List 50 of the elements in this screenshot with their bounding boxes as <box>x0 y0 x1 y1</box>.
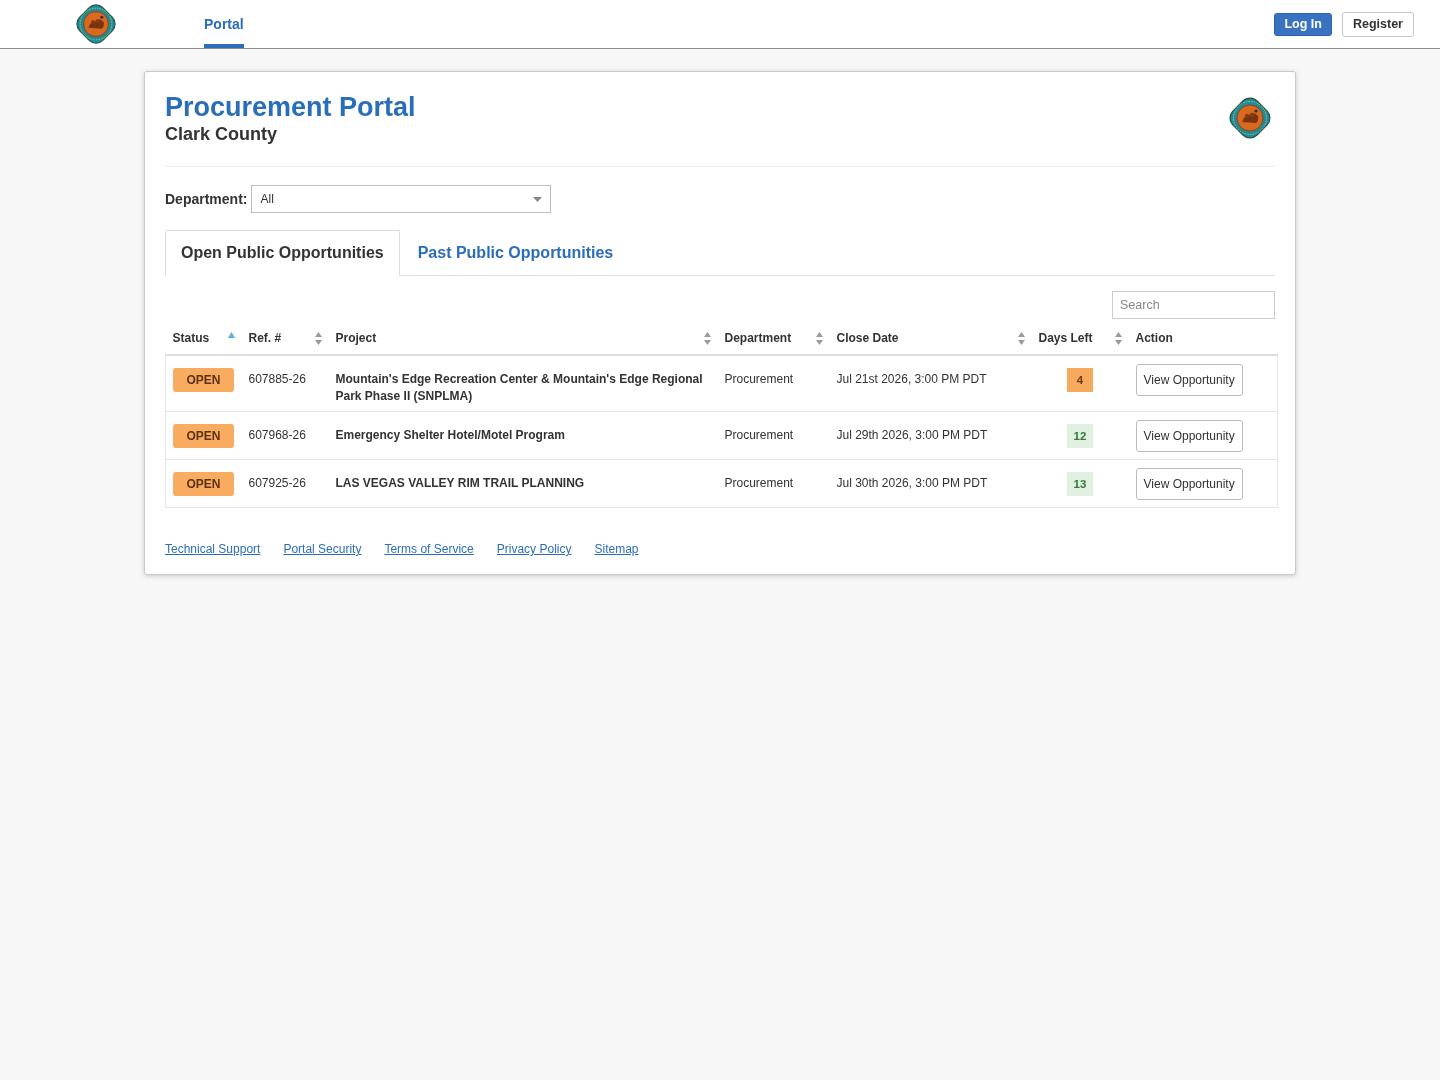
nav-link[interactable]: Portal <box>204 0 244 48</box>
table-cell: 607885-26 <box>241 355 329 412</box>
login-button[interactable]: Log In <box>1274 12 1332 36</box>
table-cell: Mountain's Edge Recreation Center & Mountain's Edge Regional Park Phase II (SNPLMA) <box>328 355 718 412</box>
column-header: Project <box>335 330 377 347</box>
sort-icon[interactable] <box>314 332 322 345</box>
view-opportunity-button[interactable]: View Opportunity <box>1135 364 1243 396</box>
table-cell: 607968-26 <box>241 411 329 460</box>
department-label: Department: <box>165 189 248 209</box>
table-cell: Procurement <box>717 355 830 412</box>
status-badge: OPEN <box>173 424 234 448</box>
footer-link[interactable]: Portal Security <box>283 542 362 556</box>
table-cell: Procurement <box>717 411 830 460</box>
status-badge: OPEN <box>173 368 234 392</box>
table-cell: Jul 29th 2026, 3:00 PM PDT <box>829 411 1032 460</box>
table-cell: Jul 21st 2026, 3:00 PM PDT <box>829 355 1032 412</box>
table-cell: Jul 30th 2026, 3:00 PM PDT <box>829 459 1032 508</box>
table-cell: LAS VEGAS VALLEY RIM TRAIL PLANNING <box>328 459 718 508</box>
sort-icon[interactable] <box>1017 332 1025 345</box>
footer-link[interactable]: Privacy Policy <box>496 542 572 556</box>
caret-icon <box>533 196 543 202</box>
register-button[interactable]: Register <box>1341 11 1414 37</box>
column-header: Close Date <box>836 330 899 347</box>
page-title: Procurement Portal <box>165 92 416 123</box>
column-header: Action <box>1135 330 1173 347</box>
search-field[interactable]: Search <box>1112 291 1275 319</box>
sort-icon[interactable] <box>815 332 823 345</box>
footer-link[interactable]: Terms of Service <box>384 542 474 556</box>
column-header: Department <box>724 330 792 347</box>
tab[interactable]: Open Public Opportunities <box>165 230 400 276</box>
sort-icon[interactable] <box>703 332 711 345</box>
table-cell: Procurement <box>717 459 830 508</box>
department-select[interactable]: All <box>251 185 552 213</box>
column-header: Ref. # <box>248 330 282 347</box>
footer-link[interactable]: Technical Support <box>165 542 261 556</box>
tab[interactable]: Past Public Opportunities <box>401 230 630 276</box>
column-header: Days Left <box>1038 330 1093 347</box>
sort-icon[interactable] <box>1114 332 1122 345</box>
table-cell: Emergency Shelter Hotel/Motel Program <box>328 411 718 460</box>
days-left-badge: 13 <box>1067 472 1093 496</box>
view-opportunity-button[interactable]: View Opportunity <box>1135 468 1243 500</box>
footer-link[interactable]: Sitemap <box>594 542 639 556</box>
days-left-badge: 4 <box>1067 368 1093 392</box>
days-left-badge: 12 <box>1067 424 1093 448</box>
sort-ascending-icon[interactable] <box>227 331 235 338</box>
column-header: Status <box>172 330 210 347</box>
status-badge: OPEN <box>173 472 234 496</box>
page-subtitle: Clark County <box>165 123 279 145</box>
table-cell: 607925-26 <box>241 459 329 508</box>
view-opportunity-button[interactable]: View Opportunity <box>1135 420 1243 452</box>
